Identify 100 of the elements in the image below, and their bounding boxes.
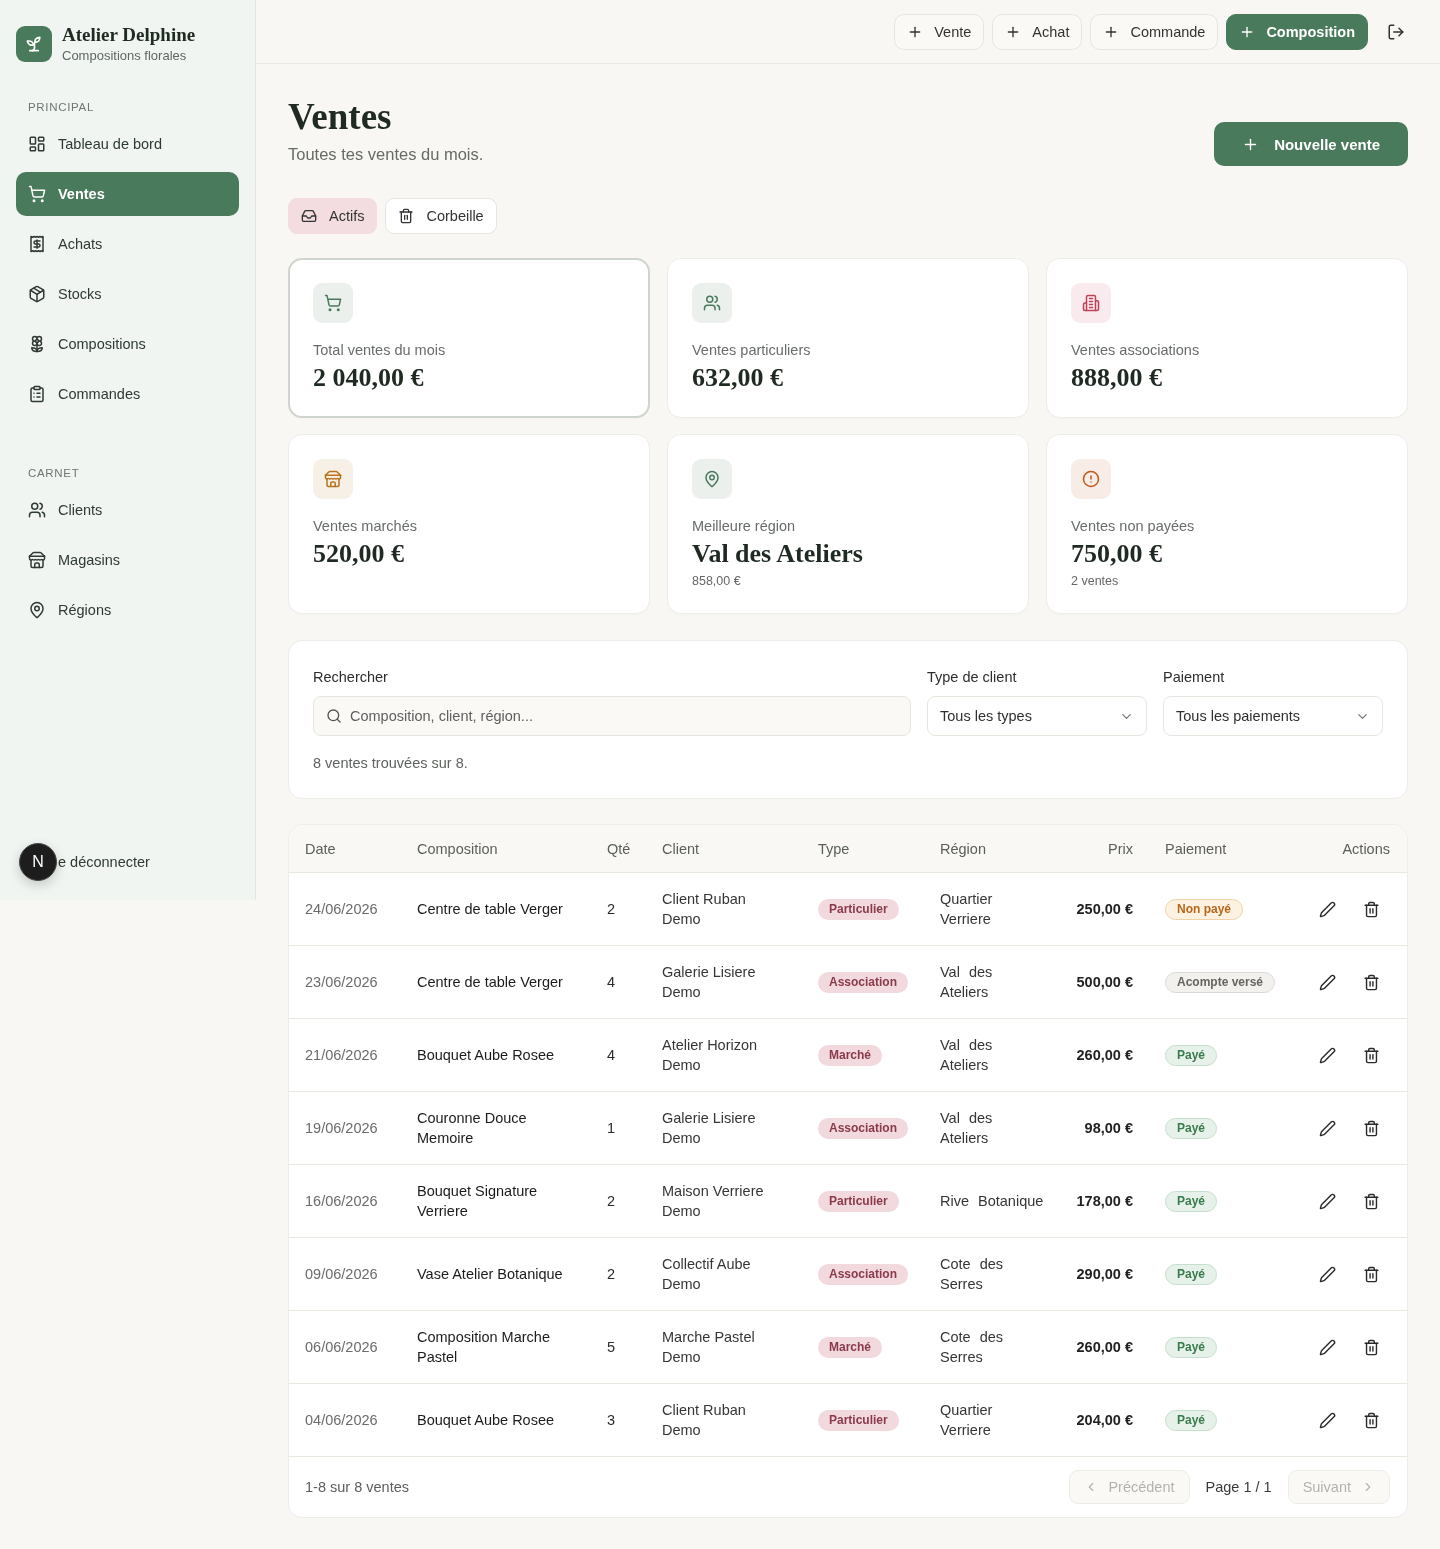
stat-value: 632,00 € — [692, 363, 783, 393]
stat-card[interactable]: Meilleure région Val des Ateliers 858,00 € — [667, 434, 1029, 614]
stat-card[interactable]: Ventes marchés 520,00 € — [288, 434, 650, 614]
section-label: PRINCIPAL — [27, 100, 96, 114]
pencil-icon — [1318, 973, 1336, 991]
result-count: 8 ventes trouvées sur 8. — [313, 754, 469, 772]
tab[interactable]: Actifs — [288, 198, 378, 234]
pencil-icon — [1318, 1119, 1336, 1137]
new-sale-button[interactable]: Nouvelle vente — [1214, 122, 1408, 166]
price: 500,00 € — [1076, 973, 1133, 992]
client-name: Galerie Lisiere Demo — [662, 963, 757, 1002]
section-label: CARNET — [27, 466, 81, 480]
flower-icon — [28, 335, 46, 353]
trash-icon — [1362, 973, 1380, 991]
stat-label: Meilleure région — [692, 517, 796, 535]
payment-status-tag: Payé — [1165, 1263, 1218, 1285]
quick-add-button[interactable]: Composition — [1226, 13, 1368, 50]
price: 260,00 € — [1076, 1046, 1133, 1065]
price: 290,00 € — [1076, 1265, 1133, 1284]
stat-label: Ventes marchés — [313, 517, 417, 535]
nav-item[interactable]: Magasins — [16, 538, 239, 582]
select-field[interactable]: Tous les paiements — [1163, 696, 1383, 736]
payment-status-tag: Payé — [1165, 1190, 1218, 1212]
payment-status-tag: Payé — [1165, 1409, 1218, 1431]
client-name: Client Ruban Demo — [662, 890, 747, 929]
stat-value: 520,00 € — [313, 539, 404, 569]
stat-value: 2 040,00 € — [313, 363, 424, 393]
nav-item[interactable]: Stocks — [16, 272, 239, 316]
page-subtitle: Toutes tes ventes du mois. — [288, 145, 484, 164]
stat-label: Ventes particuliers — [692, 341, 811, 359]
tab[interactable]: Corbeille — [385, 198, 497, 234]
stat-label: Ventes non payées — [1071, 517, 1195, 535]
client-name: Marche Pastel Demo — [662, 1328, 756, 1367]
quantity: 3 — [607, 1411, 617, 1430]
sale-date: 04/06/2026 — [305, 1411, 379, 1430]
stat-card[interactable]: Ventes non payées 750,00 € 2 ventes — [1046, 434, 1408, 614]
nav-item[interactable]: Compositions — [16, 322, 239, 366]
store-icon — [28, 551, 46, 569]
field-label: Type de client — [927, 668, 1018, 686]
quantity: 2 — [607, 1192, 617, 1211]
page-title: Ventes — [288, 96, 393, 137]
pencil-icon — [1318, 1046, 1336, 1064]
nav-item[interactable]: Commandes — [16, 372, 239, 416]
column-header: Composition — [417, 840, 499, 857]
quick-add-button[interactable]: Vente — [894, 13, 985, 50]
payment-status-tag: Payé — [1165, 1117, 1218, 1139]
client-name: Atelier Horizon Demo — [662, 1036, 759, 1075]
search-icon — [326, 708, 342, 724]
client-type-tag: Association — [818, 971, 908, 993]
map-pin-icon — [28, 601, 46, 619]
stat-label: Ventes associations — [1071, 341, 1200, 359]
sale-date: 24/06/2026 — [305, 900, 379, 919]
field-label: Rechercher — [313, 668, 389, 686]
stat-value: Val des Ateliers — [692, 539, 863, 569]
region-name: Val des Ateliers — [940, 1109, 994, 1148]
price: 204,00 € — [1076, 1411, 1133, 1430]
select-field[interactable]: Tous les types — [927, 696, 1147, 736]
page-indicator: Page 1 / 1 — [1205, 1479, 1272, 1495]
price: 260,00 € — [1076, 1338, 1133, 1357]
nav-item[interactable]: Tableau de bord — [16, 122, 239, 166]
quick-add-button[interactable]: Commande — [1090, 13, 1219, 50]
nav-item[interactable]: Régions — [16, 588, 239, 632]
logout-link[interactable]: e déconnecter — [58, 854, 150, 870]
column-header: Paiement — [1164, 840, 1228, 857]
stat-card[interactable]: Ventes particuliers 632,00 € — [667, 258, 1029, 418]
column-header: Qté — [607, 840, 632, 857]
quick-add-button[interactable]: Achat — [992, 13, 1083, 50]
client-type-tag: Particulier — [818, 898, 899, 920]
region-name: Quartier Verriere — [940, 1401, 994, 1440]
client-type-tag: Particulier — [818, 1190, 899, 1212]
column-header: Actions — [1342, 840, 1390, 857]
price: 98,00 € — [1084, 1119, 1133, 1138]
region-name: Rive Botanique — [940, 1192, 1045, 1211]
pagination-summary: 1-8 sur 8 ventes — [305, 1479, 409, 1495]
cart-icon — [28, 185, 46, 203]
trash-icon — [1362, 900, 1380, 918]
composition-name: Vase Atelier Botanique — [417, 1265, 564, 1284]
search-field[interactable]: Composition, client, région... — [313, 696, 911, 736]
trash-icon — [1362, 1265, 1380, 1283]
trash-icon — [398, 208, 415, 224]
nav-item[interactable]: Clients — [16, 488, 239, 532]
stat-card[interactable]: Total ventes du mois 2 040,00 € — [288, 258, 650, 418]
nav-item[interactable]: Ventes — [16, 172, 239, 216]
column-header: Date — [305, 840, 337, 857]
nav-item[interactable]: Achats — [16, 222, 239, 266]
composition-name: Couronne Douce Memoire — [417, 1109, 528, 1148]
payment-status-tag: Payé — [1165, 1044, 1218, 1066]
sale-date: 16/06/2026 — [305, 1192, 379, 1211]
sale-date: 06/06/2026 — [305, 1338, 379, 1357]
quantity: 5 — [607, 1338, 617, 1357]
pencil-icon — [1318, 900, 1336, 918]
logout-icon — [1387, 22, 1405, 41]
trash-icon — [1362, 1338, 1380, 1356]
dev-badge[interactable]: N — [19, 843, 57, 881]
column-header: Prix — [1108, 840, 1133, 857]
receipt-icon — [28, 235, 46, 253]
stat-card[interactable]: Ventes associations 888,00 € — [1046, 258, 1408, 418]
quantity: 4 — [607, 973, 617, 992]
composition-name: Bouquet Signature Verriere — [417, 1182, 539, 1221]
pencil-icon — [1318, 1338, 1336, 1356]
